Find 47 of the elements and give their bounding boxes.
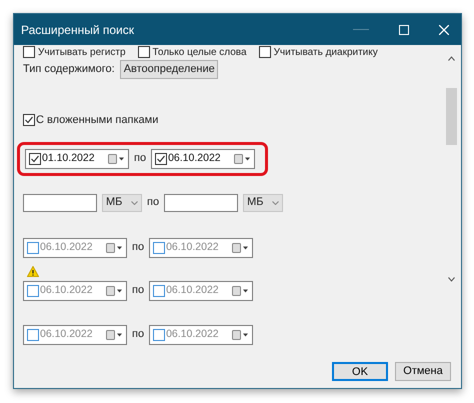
dialog-button[interactable]: OK: [332, 362, 388, 381]
maximize-icon[interactable]: [399, 24, 409, 34]
calendar-dropdown-icon[interactable]: [106, 286, 123, 296]
separator-label: по: [132, 283, 144, 298]
checkbox[interactable]: [27, 284, 39, 296]
calendar-dropdown-icon[interactable]: [106, 242, 123, 252]
calendar-dropdown-icon[interactable]: [108, 154, 125, 164]
checkbox[interactable]: [153, 284, 166, 296]
window-title: Расширенный поиск: [21, 22, 135, 38]
separator-label: по: [134, 151, 146, 166]
calendar-dropdown-icon[interactable]: [106, 330, 123, 340]
checkbox[interactable]: [153, 242, 166, 254]
separator-label: по: [147, 195, 160, 210]
checkbox[interactable]: [27, 328, 39, 340]
separator-label: по: [132, 327, 144, 342]
close-icon[interactable]: [439, 24, 449, 34]
field-label: Тип содержимого:: [23, 62, 115, 78]
checkbox[interactable]: [29, 152, 41, 164]
unit-dropdown[interactable]: МБ: [102, 194, 142, 212]
checkbox[interactable]: [138, 46, 150, 58]
calendar-dropdown-icon[interactable]: [232, 286, 250, 296]
calendar-dropdown-icon[interactable]: [232, 242, 250, 252]
separator-label: по: [132, 240, 144, 256]
chevron-down-icon: [272, 200, 280, 204]
date-picker[interactable]: 06.10.2022: [151, 148, 256, 168]
checkbox-label: С вложенными папками: [36, 113, 158, 128]
date-picker[interactable]: 01.10.2022: [25, 148, 129, 168]
content-type-dropdown[interactable]: Автоопределение: [120, 60, 218, 79]
calendar-dropdown-icon[interactable]: [234, 154, 252, 164]
checkbox-label: Учитывать диакритику: [274, 46, 378, 58]
checkbox[interactable]: [23, 114, 35, 126]
checkbox[interactable]: [23, 46, 35, 58]
checkbox-label: Только целые слова: [152, 46, 247, 58]
checkbox-label: Учитывать регистр: [38, 46, 126, 58]
size-input-field[interactable]: [23, 194, 97, 212]
dialog-button[interactable]: Отмена: [395, 362, 451, 381]
checkbox[interactable]: [153, 328, 166, 340]
checkbox[interactable]: [258, 46, 271, 58]
calendar-dropdown-icon[interactable]: [232, 330, 250, 340]
unit-dropdown[interactable]: МБ: [243, 194, 284, 212]
scroll-up-icon[interactable]: [448, 56, 455, 61]
checkbox[interactable]: [27, 242, 39, 254]
size-input-field[interactable]: [164, 194, 238, 212]
scrollbar-thumb[interactable]: [446, 88, 457, 145]
checkbox[interactable]: [155, 152, 168, 164]
chevron-down-icon: [131, 200, 138, 204]
scroll-down-icon[interactable]: [448, 277, 455, 282]
